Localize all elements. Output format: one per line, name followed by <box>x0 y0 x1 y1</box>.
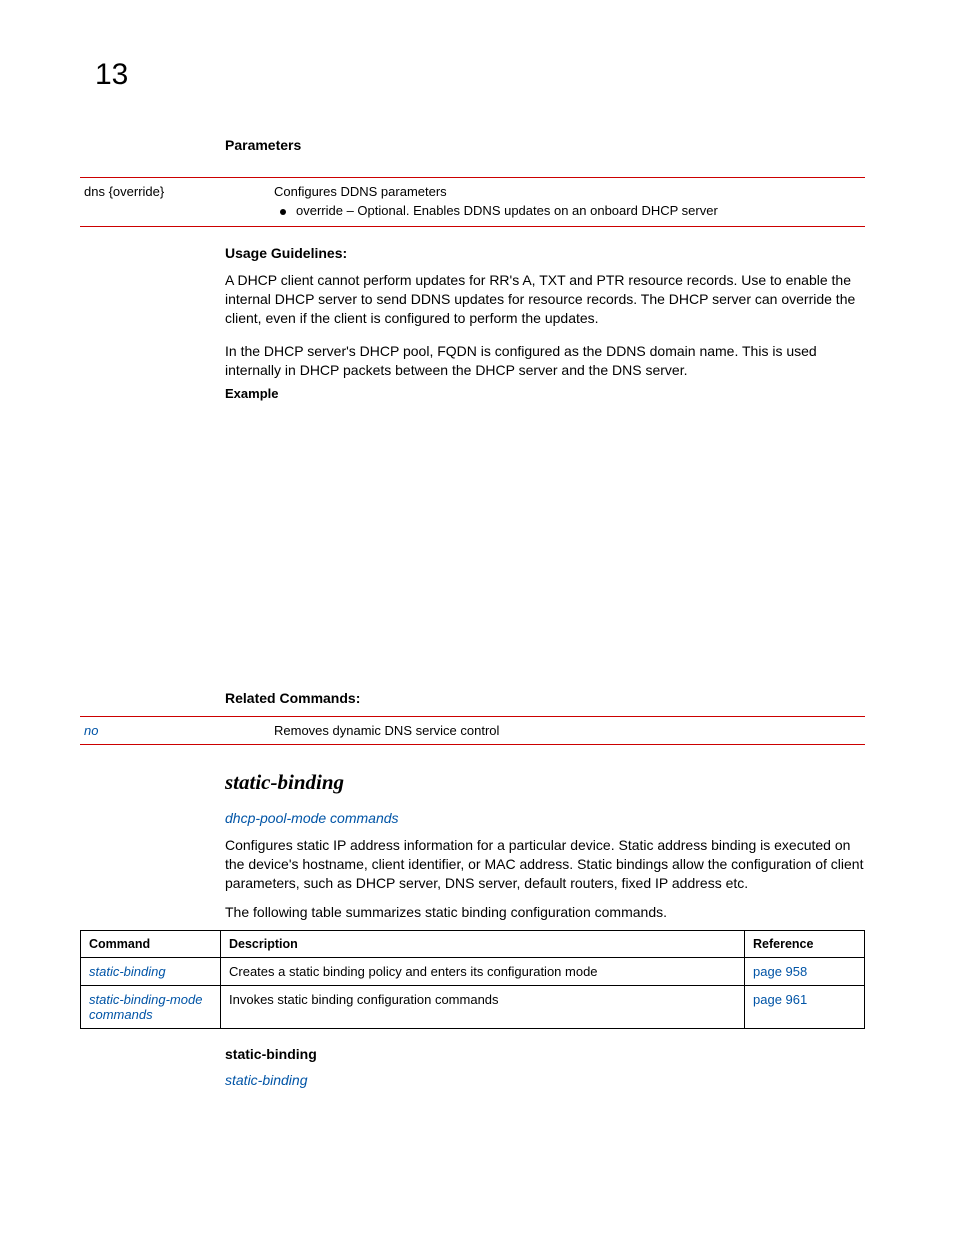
param-desc: Configures DDNS parameters <box>274 184 861 199</box>
parameters-section: Parameters <box>225 137 865 171</box>
param-desc-cell: Configures DDNS parameters override – Op… <box>270 178 865 227</box>
cmd-desc: Invokes static binding configuration com… <box>221 986 745 1029</box>
related-cmd-link[interactable]: no <box>80 717 270 745</box>
parameters-table: dns {override} Configures DDNS parameter… <box>80 177 865 227</box>
static-binding-subheading: static-binding <box>225 1046 317 1062</box>
table-row: no Removes dynamic DNS service control <box>80 717 865 745</box>
section-title: static-binding <box>225 770 344 795</box>
cmd-link[interactable]: static-binding <box>81 958 221 986</box>
cmd-desc: Creates a static binding policy and ente… <box>221 958 745 986</box>
cmd-ref-link[interactable]: page 961 <box>745 986 865 1029</box>
parameters-heading: Parameters <box>225 137 865 153</box>
table-row: dns {override} Configures DDNS parameter… <box>80 178 865 227</box>
table-header-row: Command Description Reference <box>81 931 865 958</box>
cmd-link[interactable]: static-binding-mode commands <box>81 986 221 1029</box>
cmd-ref-link[interactable]: page 958 <box>745 958 865 986</box>
related-commands-heading: Related Commands: <box>225 690 360 706</box>
usage-heading: Usage Guidelines: <box>225 245 865 261</box>
static-binding-paragraph-1: Configures static IP address information… <box>225 836 865 893</box>
param-name: dns {override} <box>80 178 270 227</box>
usage-paragraph-1: A DHCP client cannot perform updates for… <box>225 271 865 328</box>
col-header-command: Command <box>81 931 221 958</box>
static-binding-paragraph-2: The following table summarizes static bi… <box>225 903 865 922</box>
usage-paragraph-2: In the DHCP server's DHCP pool, FQDN is … <box>225 342 865 380</box>
table-row: static-binding-mode commands Invokes sta… <box>81 986 865 1029</box>
related-cmd-desc: Removes dynamic DNS service control <box>270 717 865 745</box>
section-subref-link[interactable]: dhcp-pool-mode commands <box>225 810 399 826</box>
example-heading: Example <box>225 386 278 401</box>
command-summary-table: Command Description Reference static-bin… <box>80 930 865 1029</box>
table-row: static-binding Creates a static binding … <box>81 958 865 986</box>
bullet-icon <box>280 209 286 215</box>
static-binding-ref-link[interactable]: static-binding <box>225 1072 308 1088</box>
chapter-number: 13 <box>95 58 128 92</box>
param-bullet-text: override – Optional. Enables DDNS update… <box>296 203 718 218</box>
col-header-reference: Reference <box>745 931 865 958</box>
related-commands-table: no Removes dynamic DNS service control <box>80 716 865 745</box>
col-header-description: Description <box>221 931 745 958</box>
usage-section: Usage Guidelines: A DHCP client cannot p… <box>225 245 865 393</box>
param-bullet-row: override – Optional. Enables DDNS update… <box>274 203 861 218</box>
